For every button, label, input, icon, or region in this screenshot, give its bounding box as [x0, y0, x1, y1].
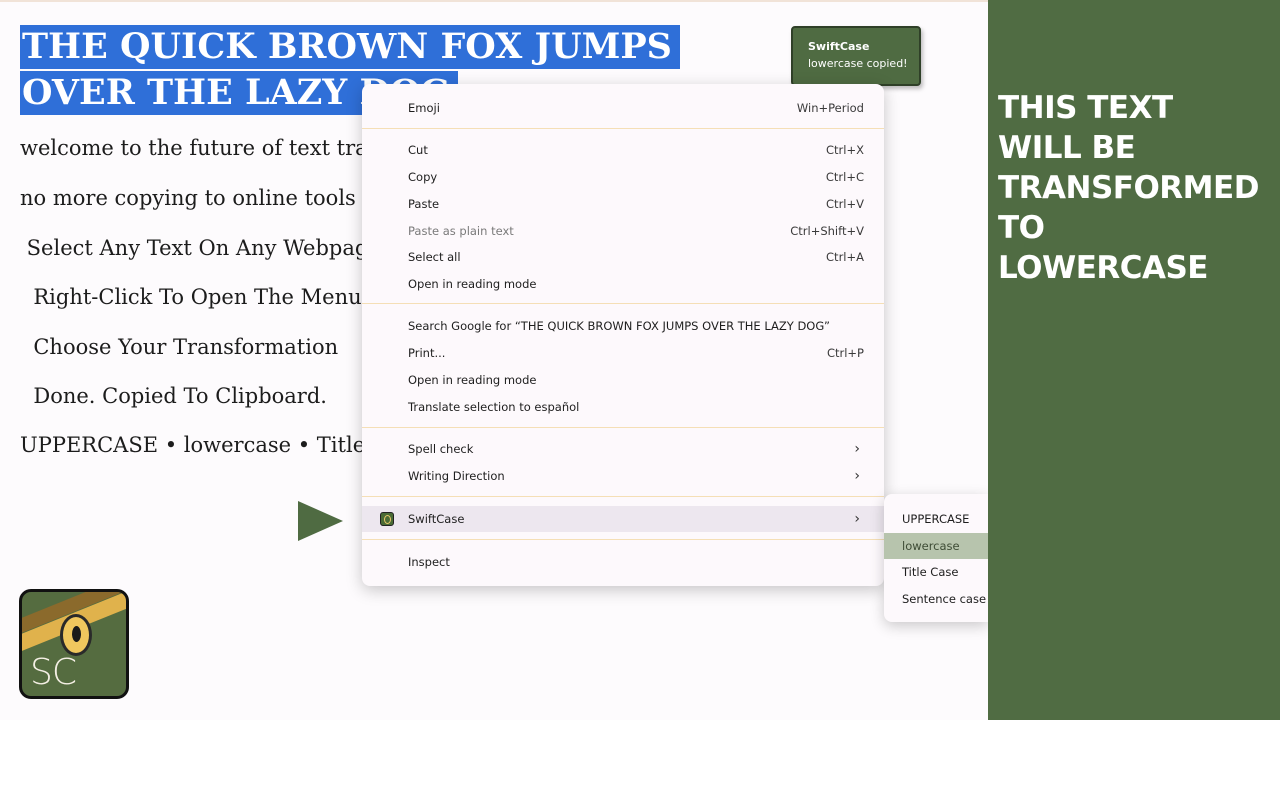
body-line-2: no more copying to online tools or	[20, 186, 386, 210]
submenu-item-title-case[interactable]: Title Case	[884, 559, 988, 585]
menu-item-select-all[interactable]: Select all Ctrl+A	[362, 244, 884, 270]
menu-separator	[362, 496, 884, 497]
menu-item-search-google[interactable]: Search Google for “THE QUICK BROWN FOX J…	[362, 313, 884, 339]
toast-title: SwiftCase	[808, 40, 870, 53]
body-line-5: Choose Your Transformation	[20, 335, 339, 359]
copied-toast: SwiftCase lowercase copied!	[791, 26, 921, 86]
toast-message: lowercase copied!	[808, 57, 908, 70]
chevron-right-icon: ›	[854, 511, 860, 527]
chevron-right-icon: ›	[854, 441, 860, 457]
logo-text: SC	[30, 652, 77, 693]
menu-item-swiftcase[interactable]: SwiftCase ›	[362, 506, 884, 532]
body-line-1: welcome to the future of text transf	[20, 136, 400, 160]
menu-item-paste[interactable]: Paste Ctrl+V	[362, 191, 884, 217]
submenu-item-lowercase[interactable]: lowercase	[884, 533, 988, 559]
body-line-3: Select Any Text On Any Webpage	[20, 236, 381, 260]
submenu-item-sentence-case[interactable]: Sentence case	[884, 586, 988, 612]
menu-item-inspect[interactable]: Inspect	[362, 549, 884, 575]
menu-item-cut[interactable]: Cut Ctrl+X	[362, 137, 884, 163]
pointer-arrow-icon	[298, 501, 343, 541]
menu-shortcut: Ctrl+X	[826, 143, 864, 157]
menu-separator	[362, 539, 884, 540]
body-line-4: Right-Click To Open The Menu	[20, 285, 362, 309]
selected-headline-line-1[interactable]: THE QUICK BROWN FOX JUMPS	[20, 25, 680, 69]
menu-separator	[362, 128, 884, 129]
menu-separator	[362, 427, 884, 428]
menu-shortcut: Ctrl+A	[826, 250, 864, 264]
menu-item-paste-plain: Paste as plain text Ctrl+Shift+V	[362, 218, 884, 244]
chevron-right-icon: ›	[854, 468, 860, 484]
logo-eye-icon	[60, 614, 92, 656]
body-line-6: Done. Copied To Clipboard.	[20, 384, 327, 408]
menu-shortcut: Ctrl+P	[826, 346, 864, 360]
menu-shortcut: Win+Period	[796, 101, 864, 115]
body-line-7: UPPERCASE • lowercase • Title Cas	[20, 433, 412, 457]
menu-item-print[interactable]: Print... Ctrl+P	[362, 340, 884, 366]
menu-separator	[362, 303, 884, 304]
menu-item-emoji[interactable]: Emoji Win+Period	[362, 95, 884, 121]
submenu-item-uppercase[interactable]: UPPERCASE	[884, 506, 988, 532]
menu-item-translate[interactable]: Translate selection to español	[362, 394, 884, 420]
menu-item-reading-mode-2[interactable]: Open in reading mode	[362, 367, 884, 393]
menu-item-spell-check[interactable]: Spell check ›	[362, 436, 884, 462]
menu-item-writing-direction[interactable]: Writing Direction ›	[362, 463, 884, 489]
swiftcase-submenu: UPPERCASE lowercase Title Case Sentence …	[884, 494, 988, 622]
swiftcase-app-icon	[380, 512, 394, 526]
menu-shortcut: Ctrl+Shift+V	[790, 224, 864, 238]
promo-text: THIS TEXT WILL BE TRANSFORMED TO LOWERCA…	[998, 90, 1259, 286]
menu-item-copy[interactable]: Copy Ctrl+C	[362, 164, 884, 190]
menu-shortcut: Ctrl+V	[826, 197, 864, 211]
menu-shortcut: Ctrl+C	[825, 170, 864, 184]
menu-item-reading-mode[interactable]: Open in reading mode	[362, 271, 884, 297]
swiftcase-logo: SC	[19, 589, 129, 699]
context-menu: Emoji Win+Period Cut Ctrl+X Copy Ctrl+C Pas…	[362, 84, 884, 586]
promo-panel: THIS TEXT WILL BE TRANSFORMED TO LOWERCA…	[988, 0, 1280, 720]
